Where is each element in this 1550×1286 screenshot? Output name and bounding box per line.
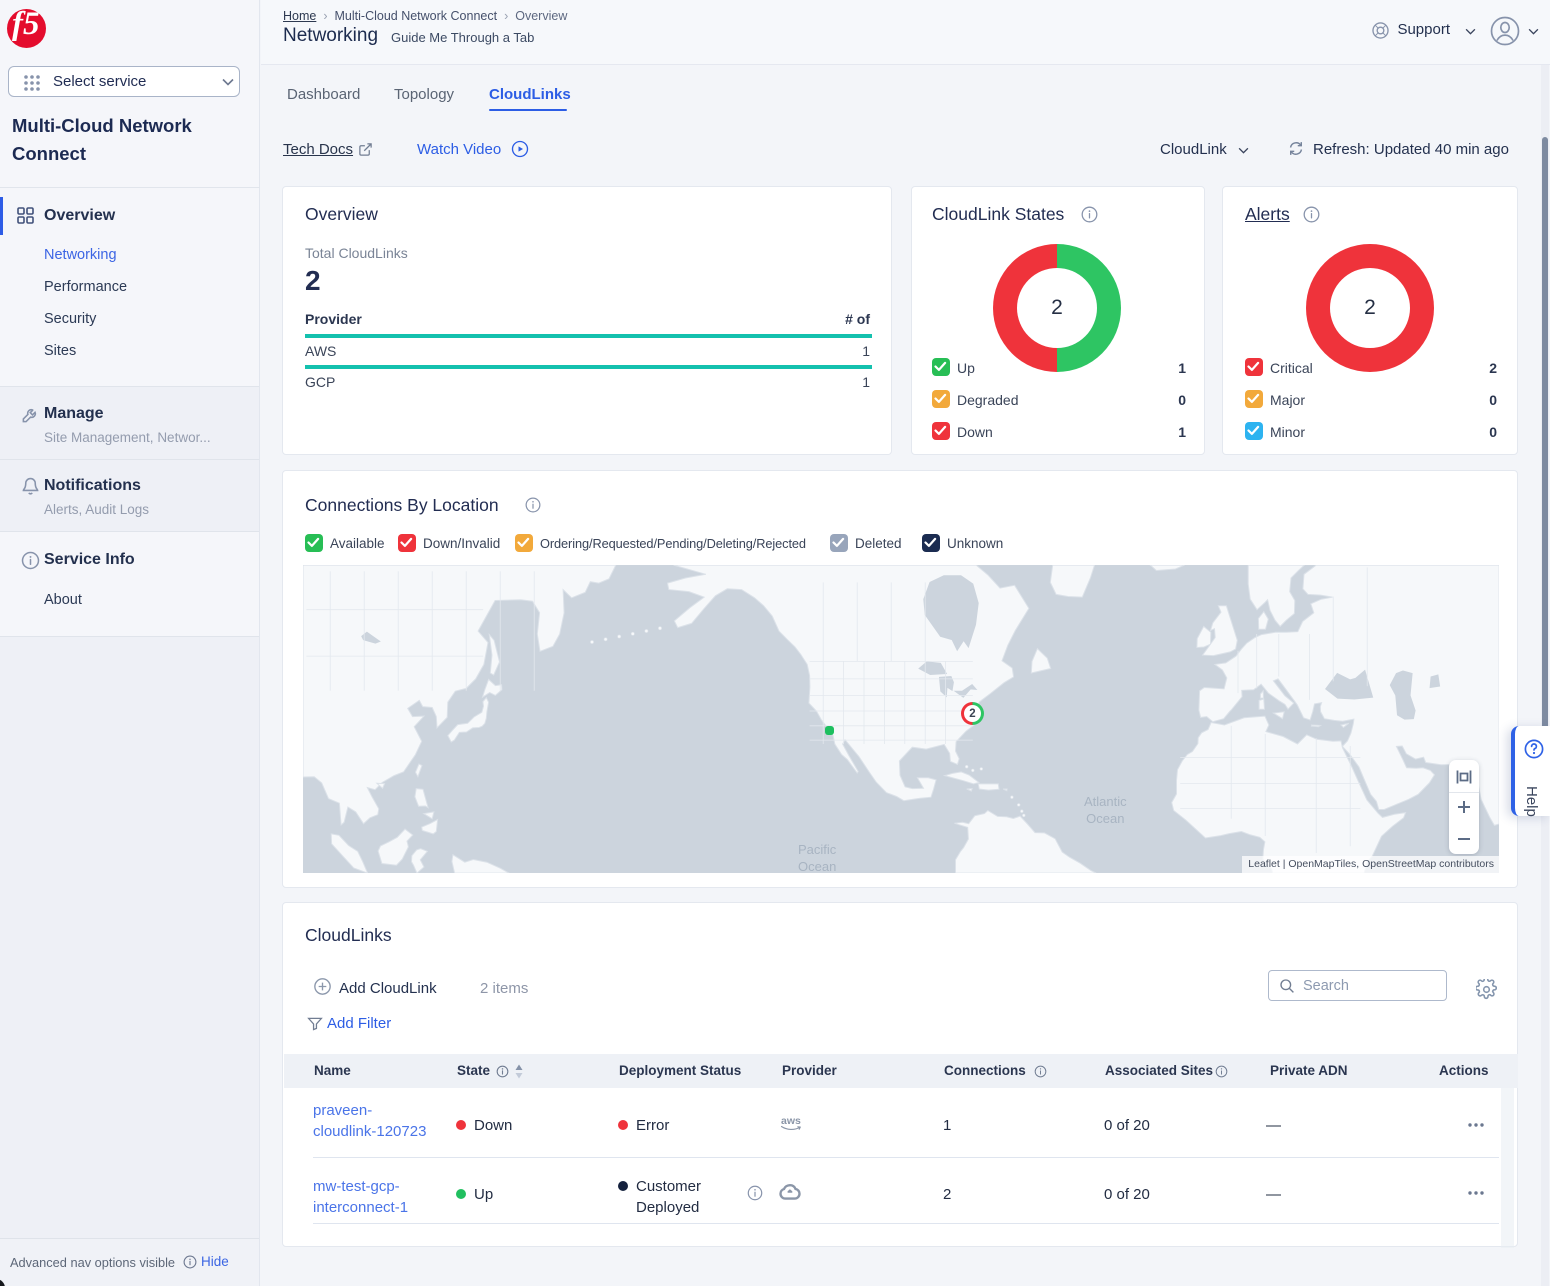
svg-text:aws: aws <box>781 1115 801 1127</box>
